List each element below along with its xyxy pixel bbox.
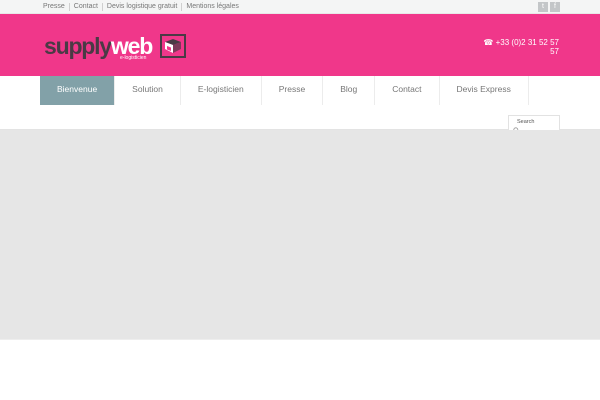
nav-item-devis-express[interactable]: Devis Express <box>440 76 529 105</box>
twitter-icon[interactable]: t <box>538 2 548 12</box>
search-label: Search <box>517 119 535 125</box>
top-utility-bar: Presse Contact Devis logistique gratuit … <box>0 0 600 14</box>
nav-item-presse[interactable]: Presse <box>262 76 324 105</box>
nav-item-contact[interactable]: Contact <box>375 76 440 105</box>
phone-number: ☎ +33 (0)2 31 52 57 57 <box>483 38 559 56</box>
nav-item-bienvenue[interactable]: Bienvenue <box>40 76 116 105</box>
hero-slider-area <box>0 130 600 339</box>
page-footer <box>0 339 600 400</box>
site-header: supplyweb e-logisticien ☎ +33 (0)2 31 52… <box>0 14 600 76</box>
nav-item-solution[interactable]: Solution <box>115 76 181 105</box>
logo-text-supply: supply <box>44 33 112 59</box>
toplink-mentions[interactable]: Mentions légales <box>182 3 243 11</box>
toplink-presse[interactable]: Presse <box>43 3 70 11</box>
top-links: Presse Contact Devis logistique gratuit … <box>43 3 243 11</box>
nav-item-e-logisticien[interactable]: E-logisticien <box>181 76 262 105</box>
logo-box-icon <box>160 34 186 58</box>
facebook-icon[interactable]: f <box>550 2 560 12</box>
nav-items: Bienvenue Solution E-logisticien Presse … <box>40 76 529 105</box>
logo-tagline: e-logisticien <box>120 55 147 61</box>
toplink-contact[interactable]: Contact <box>70 3 103 11</box>
logo-box-shape <box>165 39 181 53</box>
toplink-devis[interactable]: Devis logistique gratuit <box>103 3 183 11</box>
nav-item-blog[interactable]: Blog <box>323 76 376 105</box>
